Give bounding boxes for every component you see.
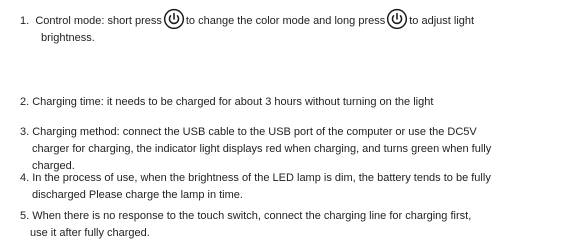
power-icon [386, 8, 408, 30]
item1-text-c: to adjust light [409, 15, 475, 27]
item4-line1: 4. In the process of use, when the brigh… [20, 172, 491, 184]
item3-line1: 3. Charging method: connect the USB cabl… [20, 126, 477, 138]
power-icon [163, 8, 185, 30]
item3-line2: charger for charging, the indicator ligh… [32, 143, 492, 155]
item5-line1: 5. When there is no response to the touc… [20, 210, 472, 222]
list-item-control-mode: 1. Control mode: short press to change th… [20, 8, 575, 47]
list-item-charging-time: 2. Charging time: it needs to be charged… [20, 94, 575, 111]
item5-line2: use it after fully charged. [30, 227, 150, 239]
list-item-battery-dim: 4. In the process of use, when the brigh… [20, 170, 575, 204]
list-item-charging-method: 3. Charging method: connect the USB cabl… [20, 124, 575, 175]
item4-line2: discharged Please charge the lamp in tim… [32, 189, 243, 201]
list-item-touch-switch: 5. When there is no response to the touc… [20, 208, 575, 242]
item2-line1: 2. Charging time: it needs to be charged… [20, 96, 434, 108]
item1-text-a: Control mode: short press [35, 15, 162, 27]
item1-number: 1. [20, 15, 30, 27]
item1-line2: brightness. [41, 32, 95, 44]
item1-text-b: to change the color mode and long press [185, 15, 386, 27]
instruction-list: 1. Control mode: short press to change th… [0, 0, 581, 246]
item1-line1: 1. Control mode: short press to change th… [20, 8, 575, 30]
